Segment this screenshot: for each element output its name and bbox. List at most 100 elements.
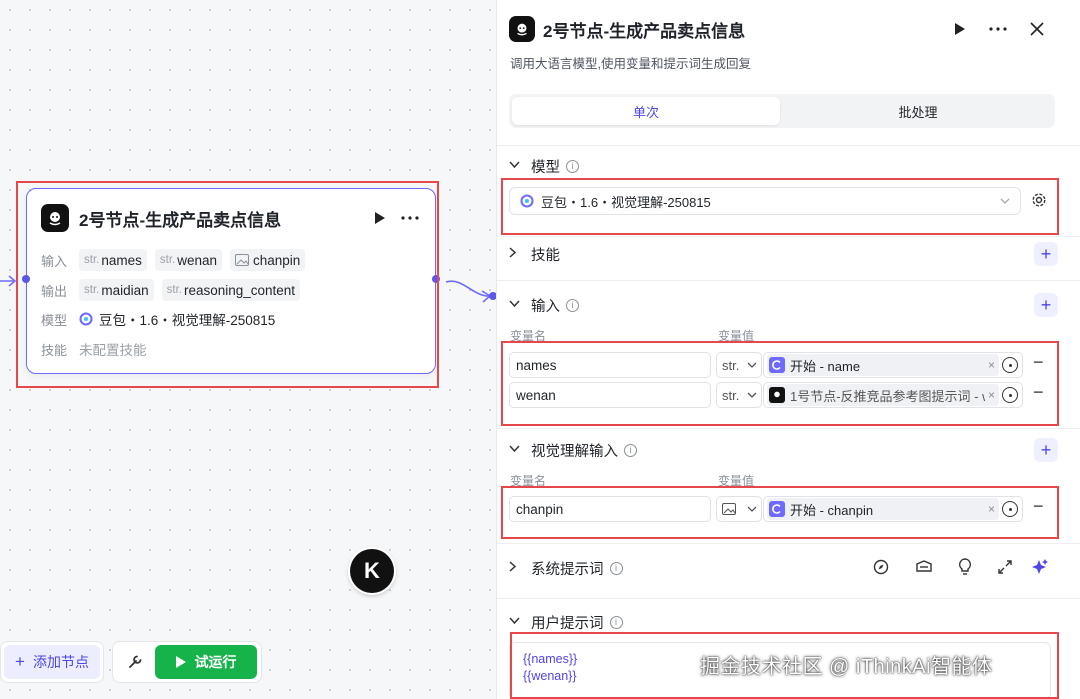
start-node-icon bbox=[769, 357, 785, 373]
node-input-port[interactable] bbox=[22, 275, 30, 283]
run-mode-tabs: 单次 批处理 bbox=[509, 94, 1055, 128]
skill-label: 技能 bbox=[41, 342, 68, 358]
more-options-icon[interactable] bbox=[399, 207, 421, 229]
chevron-down-icon bbox=[509, 444, 521, 456]
start-node-icon bbox=[769, 501, 785, 517]
add-node-label: 添加节点 bbox=[32, 654, 89, 670]
info-icon: i bbox=[609, 615, 623, 629]
var-value-header: 变量值 bbox=[718, 329, 755, 343]
section-system-prompt[interactable]: 系统提示词 i bbox=[509, 556, 1058, 580]
section-model-title: 模型 bbox=[531, 159, 560, 176]
section-user-prompt[interactable]: 用户提示词 i bbox=[509, 610, 1058, 634]
node-skill-row: 技能 未配置技能 bbox=[41, 337, 147, 361]
image-icon bbox=[235, 254, 250, 266]
chevron-down-icon bbox=[747, 362, 757, 368]
run-node-icon[interactable] bbox=[369, 207, 391, 229]
ref-chip: 开始 - name × bbox=[767, 354, 999, 376]
library-icon[interactable] bbox=[915, 559, 933, 578]
variable-picker-icon[interactable] bbox=[1002, 501, 1018, 517]
panel-title: 2号节点-生成产品卖点信息 bbox=[543, 22, 746, 41]
output-tag-reasoning: str. reasoning_content bbox=[161, 279, 301, 301]
section-user-prompt-title: 用户提示词 bbox=[531, 615, 604, 632]
var-value-header: 变量值 bbox=[718, 474, 755, 488]
run-node-icon[interactable] bbox=[949, 18, 971, 40]
variable-picker-icon[interactable] bbox=[1002, 357, 1018, 373]
ref-chip: 1号节点-反推竞品参考图提示词 - w × bbox=[767, 384, 999, 406]
chevron-right-icon bbox=[509, 561, 521, 575]
lightbulb-icon[interactable] bbox=[958, 558, 972, 579]
model-label: 模型 bbox=[41, 312, 68, 328]
input-var-name-field[interactable]: names bbox=[509, 352, 711, 378]
chevron-down-icon bbox=[509, 160, 521, 172]
clear-icon[interactable]: × bbox=[985, 358, 995, 372]
more-options-icon[interactable] bbox=[987, 18, 1009, 40]
doubao-model-icon bbox=[520, 194, 534, 208]
wrench-icon[interactable] bbox=[123, 654, 147, 670]
output-tag-maidian: str. maidian bbox=[79, 279, 154, 301]
node-outputs-row: 输出 str. maidian str. reasoning_content bbox=[41, 278, 308, 302]
inputs-label: 输入 bbox=[41, 253, 68, 269]
input-var-ref[interactable]: 开始 - name × bbox=[763, 352, 1023, 378]
clear-icon[interactable]: × bbox=[985, 388, 995, 402]
input-var-type-select[interactable]: str. bbox=[716, 382, 762, 408]
chevron-down-icon bbox=[509, 299, 521, 311]
remove-row-icon[interactable]: − bbox=[1033, 352, 1044, 373]
plus-icon: + bbox=[15, 652, 25, 671]
ref-text: 开始 - name bbox=[790, 358, 861, 374]
node-output-port[interactable] bbox=[432, 275, 440, 283]
section-vision-title: 视觉理解输入 bbox=[531, 443, 618, 460]
llm-node-card[interactable]: 2号节点-生成产品卖点信息 输入 str. names str. wenan cha… bbox=[22, 188, 440, 374]
tab-batch[interactable]: 批处理 bbox=[784, 97, 1052, 125]
vision-var-name-field[interactable]: chanpin bbox=[509, 496, 711, 522]
info-icon: i bbox=[566, 159, 579, 173]
model-select[interactable]: 豆包・1.6・视觉理解-250815 bbox=[509, 187, 1021, 215]
section-vision-input[interactable]: 视觉理解输入 i + bbox=[509, 438, 1058, 462]
run-toolbar: 试运行 bbox=[112, 641, 262, 683]
close-icon[interactable] bbox=[1026, 18, 1048, 40]
section-skills-title: 技能 bbox=[531, 247, 560, 264]
chevron-down-icon bbox=[509, 616, 521, 628]
tab-single[interactable]: 单次 bbox=[512, 97, 780, 125]
input-var-ref[interactable]: 1号节点-反推竞品参考图提示词 - w × bbox=[763, 382, 1023, 408]
outputs-label: 输出 bbox=[41, 283, 68, 299]
watermark: 掘金技术社区 @ iThinkAi智能体 bbox=[700, 656, 993, 678]
skill-value: 未配置技能 bbox=[79, 343, 147, 358]
var-name-header: 变量名 bbox=[510, 474, 547, 488]
chevron-down-icon bbox=[747, 506, 757, 512]
test-run-label: 试运行 bbox=[194, 654, 237, 670]
input-tag-names: str. names bbox=[79, 249, 147, 271]
vision-var-ref[interactable]: 开始 - chanpin × bbox=[763, 496, 1023, 522]
section-system-prompt-title: 系统提示词 bbox=[531, 561, 604, 578]
variable-picker-icon[interactable] bbox=[1002, 387, 1018, 403]
chevron-down-icon bbox=[747, 392, 757, 398]
input-tag-chanpin: chanpin bbox=[230, 249, 306, 271]
remove-row-icon[interactable]: − bbox=[1033, 382, 1044, 403]
ai-sparkle-icon[interactable] bbox=[1031, 558, 1049, 579]
input-var-type-select[interactable]: str. bbox=[716, 352, 762, 378]
expand-icon[interactable] bbox=[998, 560, 1012, 577]
section-input[interactable]: 输入 i + bbox=[509, 293, 1058, 317]
add-input-button[interactable]: + bbox=[1034, 293, 1058, 317]
test-run-button[interactable]: 试运行 bbox=[155, 645, 257, 679]
remove-row-icon[interactable]: − bbox=[1033, 496, 1044, 517]
compass-icon[interactable] bbox=[873, 559, 889, 578]
chevron-down-icon bbox=[1000, 198, 1010, 204]
doubao-model-icon bbox=[79, 312, 93, 326]
ref-chip: 开始 - chanpin × bbox=[767, 498, 999, 520]
vision-var-type-select[interactable] bbox=[716, 496, 762, 522]
chevron-right-icon bbox=[509, 247, 521, 261]
add-vision-input-button[interactable]: + bbox=[1034, 438, 1058, 462]
image-icon bbox=[722, 503, 736, 515]
node-model-row: 模型 豆包・1.6・视觉理解-250815 bbox=[41, 307, 275, 331]
clear-icon[interactable]: × bbox=[985, 502, 995, 516]
gear-icon[interactable] bbox=[1031, 192, 1047, 211]
input-tag-wenan: str. wenan bbox=[154, 249, 223, 271]
add-node-button[interactable]: + 添加节点 bbox=[4, 645, 100, 679]
section-skills[interactable]: 技能 + bbox=[509, 242, 1058, 266]
ref-text: 开始 - chanpin bbox=[790, 502, 874, 518]
section-model[interactable]: 模型 i bbox=[509, 154, 1058, 178]
add-node-bar: + 添加节点 bbox=[0, 641, 104, 683]
k-logo-badge: K bbox=[350, 549, 394, 593]
add-skill-button[interactable]: + bbox=[1034, 242, 1058, 266]
input-var-name-field[interactable]: wenan bbox=[509, 382, 711, 408]
